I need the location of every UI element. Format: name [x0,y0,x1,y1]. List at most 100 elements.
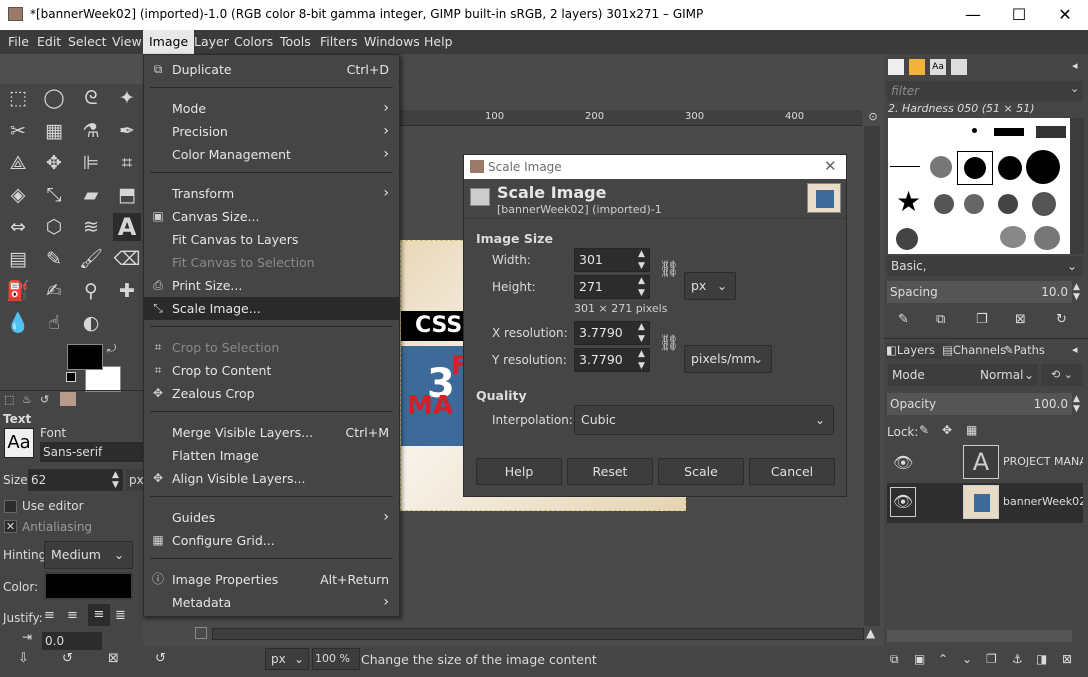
save-tool-preset-icon[interactable]: ⇩ [18,651,29,666]
scale-button[interactable]: Scale [658,458,744,485]
cancel-button[interactable]: Cancel [749,458,835,485]
menu-image[interactable]: Image [143,30,195,54]
warp-icon[interactable]: ≋ [77,213,105,241]
menu-canvas-size[interactable]: ▣ Canvas Size... [144,205,399,228]
menu-flatten[interactable]: Flatten Image [144,444,399,467]
layer-mode-select[interactable]: Mode Normal ⌄ [888,364,1038,386]
airbrush-icon[interactable]: ⛽ [4,277,32,305]
align-icon[interactable]: ⊫ [77,149,105,177]
unified-transform-icon[interactable]: ◈ [4,181,32,209]
lock-alpha-icon[interactable]: ▦ [966,423,977,437]
delete-tool-preset-icon[interactable]: ⊠ [108,651,119,666]
menu-duplicate[interactable]: ⧉ Duplicate Ctrl+D [144,58,399,81]
foreground-color-swatch[interactable] [67,344,103,370]
lock-position-icon[interactable]: ✥ [942,423,952,437]
navigate-icon[interactable]: ▲ [866,626,875,640]
font-field[interactable]: Sans-serif [40,442,143,462]
reset-button[interactable]: Reset [567,458,653,485]
brush-item[interactable] [964,194,984,214]
maximize-button[interactable]: ☐ [996,0,1042,30]
height-spinner-icon[interactable]: ▲ ▼ [638,275,645,299]
new-layer-group-icon[interactable]: ▣ [914,652,925,666]
anchor-layer-icon[interactable]: ⚓ [1012,652,1023,666]
swap-colors-icon[interactable]: ⤾ [107,342,116,356]
rect-select-icon[interactable]: ⬚ [4,84,32,112]
tab-paths[interactable]: ✎Paths [1004,343,1045,357]
menu-tools[interactable]: Tools [274,30,317,54]
layers-h-scrollbar[interactable] [887,630,1072,642]
fonts-tab-icon[interactable]: Aa [930,59,946,75]
brush-item[interactable] [998,156,1022,180]
menu-configure-grid[interactable]: ▦ Configure Grid... [144,529,399,552]
crop-icon[interactable]: ⌗ [113,149,141,177]
menu-mode[interactable]: Mode › [144,97,399,120]
menu-print-size[interactable]: ⎙ Print Size... [144,274,399,297]
lock-pixels-icon[interactable]: ✎ [919,423,929,437]
menu-windows[interactable]: Windows [358,30,426,54]
perspective-icon[interactable]: ⬒ [113,181,141,209]
justify-center-icon[interactable]: ≡ [88,604,110,626]
lower-layer-icon[interactable]: ⌄ [962,652,972,666]
vertical-scrollbar[interactable] [864,126,880,626]
zoom-fit-icon[interactable]: ⊙ [862,110,884,126]
spacing-spinner-icon[interactable]: ▲ ▼ [1073,282,1080,302]
duplicate-layer-icon[interactable]: ❐ [986,652,997,666]
brushes-tab-icon[interactable] [888,59,904,75]
default-colors-icon[interactable] [66,372,76,382]
menu-select[interactable]: Select [62,30,113,54]
menu-scale-image[interactable]: ⤡ Scale Image... [144,297,399,320]
resolution-chain-icon[interactable]: ⛓ [659,333,679,352]
delete-layer-icon[interactable]: ⊠ [1062,652,1072,666]
menu-color-management[interactable]: Color Management › [144,143,399,166]
text-color-button[interactable] [44,572,133,600]
shear-icon[interactable]: ▰ [77,181,105,209]
layer-row[interactable]: 👁 bannerWeek02.p [887,483,1083,523]
brush-item[interactable] [890,166,920,167]
select-by-color-icon[interactable]: ⚗ [77,117,105,145]
brush-preset-select[interactable]: Basic, ⌄ [887,256,1083,276]
layer-mode-extra-select[interactable]: ⟲ ⌄ [1041,364,1083,386]
justify-fill-icon[interactable]: ≣ [115,608,126,623]
menu-transform[interactable]: Transform › [144,182,399,205]
brush-filter-input[interactable]: filter [887,81,1083,101]
y-resolution-spinner-icon[interactable]: ▲ ▼ [638,348,645,372]
new-brush-icon[interactable]: ⧉ [936,312,945,327]
patterns-tab-icon[interactable] [909,59,925,75]
size-field[interactable]: 62 [28,469,123,491]
brush-item[interactable] [1026,150,1060,184]
brush-item[interactable] [972,128,977,133]
pencil-icon[interactable]: ✎ [40,245,68,273]
menu-guides[interactable]: Guides › [144,506,399,529]
brush-item[interactable] [1032,192,1056,216]
scissors-icon[interactable]: ✂ [4,117,32,145]
flip-icon[interactable]: ⇔ [4,213,32,241]
brush-item[interactable] [998,194,1018,214]
layer-mask-icon[interactable]: ◨ [1036,652,1047,666]
quick-mask-toggle[interactable] [195,627,207,639]
menu-image-properties[interactable]: ⓘ Image Properties Alt+Return [144,568,399,591]
size-unit-select[interactable]: px [126,469,144,491]
help-button[interactable]: Help [476,458,562,485]
foreground-select-icon[interactable]: ▦ [40,117,68,145]
duplicate-brush-icon[interactable]: ❐ [976,312,988,327]
cage-transform-icon[interactable]: ⬡ [40,213,68,241]
menu-fit-canvas-layers[interactable]: Fit Canvas to Layers [144,228,399,251]
x-resolution-spinner-icon[interactable]: ▲ ▼ [638,321,645,345]
documents-tab-icon[interactable] [951,59,967,75]
eye-icon[interactable]: 👁 [893,453,913,472]
dodge-burn-icon[interactable]: ◐ [77,309,105,337]
color-picker-icon[interactable]: ✒ [113,117,141,145]
heal-icon[interactable]: ✚ [113,277,141,305]
chain-link-icon[interactable]: ⛓ [659,259,679,278]
brush-item[interactable] [1034,226,1060,250]
selected-brush[interactable] [957,151,993,185]
new-layer-icon[interactable]: ⧉ [890,652,899,667]
layers-panel-menu-icon[interactable]: ◂ [1072,343,1078,356]
tab-layers[interactable]: ◧Layers [886,343,950,359]
width-spinner-icon[interactable]: ▲ ▼ [638,248,645,272]
indent-field[interactable]: 0.0 [42,632,102,650]
star-brush-icon[interactable]: ★ [896,188,921,216]
menu-zealous-crop[interactable]: ✥ Zealous Crop [144,382,399,405]
justify-left-icon[interactable]: ≡ [44,608,55,623]
menu-align-visible[interactable]: ✥ Align Visible Layers... [144,467,399,490]
